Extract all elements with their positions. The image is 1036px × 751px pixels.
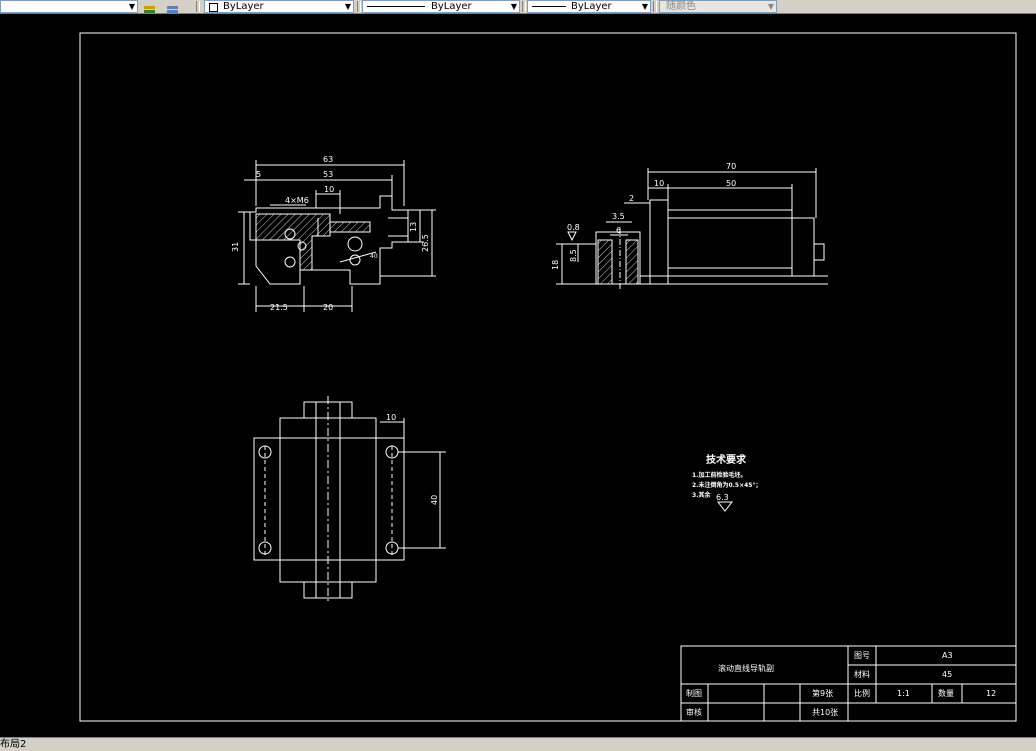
- part-name: 滚动直线导轨副: [718, 663, 774, 673]
- dim-text: 40: [430, 495, 439, 505]
- toolbar-separator: [653, 1, 657, 12]
- chevron-down-icon[interactable]: ▼: [129, 1, 135, 12]
- zhitu-label: 制图: [686, 688, 702, 698]
- plotstyle-dropdown[interactable]: 随颜色 ▼: [659, 0, 777, 13]
- linetype-value: ByLayer: [431, 1, 472, 12]
- dim-text: 21.5: [270, 303, 288, 312]
- shenhe-label: 审核: [686, 707, 702, 717]
- tech-title: 技术要求: [706, 453, 747, 466]
- toolbar-separator: [522, 1, 526, 12]
- dim-text: 53: [323, 170, 333, 179]
- shuliang-value: 12: [986, 689, 996, 698]
- layer-previous-icon[interactable]: [165, 0, 181, 13]
- cailiao-value: 45: [942, 670, 952, 679]
- cailiao-label: 材料: [854, 669, 870, 679]
- dim-text: 5: [256, 170, 261, 179]
- dim-text: 50: [726, 179, 736, 188]
- toolbar-separator: [196, 1, 200, 12]
- left-margin: [0, 15, 18, 737]
- layout-tabs-bar: 布局2: [0, 737, 1036, 751]
- color-dropdown[interactable]: ByLayer ▼: [204, 0, 354, 13]
- chevron-down-icon[interactable]: ▼: [511, 1, 517, 12]
- tab-layout2[interactable]: 布局2: [0, 738, 26, 751]
- dim-text: 6: [616, 226, 621, 235]
- color-value: ByLayer: [223, 1, 264, 12]
- drawing-canvas[interactable]: 63 5 53 10 4×M6 31 13 26.5 21.5 20 40 70…: [18, 15, 1036, 737]
- dim-text: 2: [629, 194, 634, 203]
- lineweight-dropdown[interactable]: ByLayer ▼: [527, 0, 651, 13]
- plotstyle-value: 随颜色: [666, 1, 696, 12]
- title-block: [680, 645, 1017, 722]
- linetype-dropdown[interactable]: ByLayer ▼: [362, 0, 520, 13]
- dim-text: 31: [231, 242, 240, 252]
- dim-text: 26.5: [421, 234, 430, 252]
- sheet-total: 共10张: [812, 708, 838, 717]
- tuhao-value: A3: [942, 651, 953, 660]
- toolbar-separator: [357, 1, 361, 12]
- tech-line3: 3.其余: [692, 491, 711, 499]
- chevron-down-icon[interactable]: ▼: [642, 1, 648, 12]
- chevron-down-icon[interactable]: ▼: [768, 1, 774, 12]
- drawing-frame: [79, 32, 1017, 722]
- lineweight-value: ByLayer: [571, 1, 612, 12]
- shuliang-label: 数量: [938, 688, 954, 698]
- tech-line2: 2.未注倒角为0.5×45°；: [692, 481, 761, 489]
- lineweight-sample-icon: [532, 6, 566, 7]
- properties-toolbar: ▼ ByLayer ▼ ByLayer ▼ ByLayer ▼ 随颜色 ▼: [0, 0, 1036, 14]
- roughness-value: 6.3: [716, 493, 729, 502]
- front-view: [238, 160, 436, 312]
- dim-text: 0.8: [567, 223, 580, 232]
- chevron-down-icon[interactable]: ▼: [345, 1, 351, 12]
- layer-stack-icon[interactable]: [142, 0, 158, 13]
- dim-text: 10: [654, 179, 664, 188]
- dim-text: 13: [409, 222, 418, 232]
- dim-text: 70: [726, 162, 736, 171]
- dim-text: 10: [324, 185, 334, 194]
- linetype-sample-icon: [367, 6, 425, 7]
- tuhao-label: 图号: [854, 651, 870, 660]
- bili-value: 1:1: [897, 689, 910, 698]
- sheet-number: 第9张: [812, 688, 833, 698]
- dim-text: 20: [323, 303, 333, 312]
- bili-label: 比例: [854, 688, 870, 698]
- color-swatch-icon: [209, 3, 218, 12]
- side-view: [556, 168, 828, 290]
- dim-text: 18: [551, 260, 560, 270]
- dim-text: 40: [370, 253, 378, 260]
- dim-text: 10: [386, 413, 396, 422]
- top-view: [253, 396, 446, 604]
- dim-text: 4×M6: [285, 196, 309, 205]
- dim-text: 63: [323, 155, 333, 164]
- roughness-symbol: [716, 501, 734, 512]
- tech-line1: 1.加工前检验毛坯。: [692, 471, 746, 479]
- dim-text: 8.5: [569, 249, 578, 262]
- dim-text: 3.5: [612, 212, 625, 221]
- layer-dropdown[interactable]: ▼: [0, 0, 138, 13]
